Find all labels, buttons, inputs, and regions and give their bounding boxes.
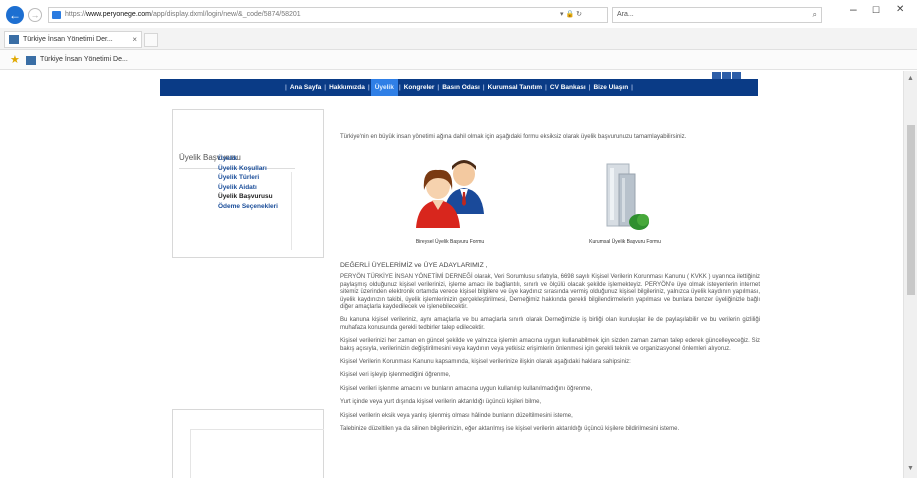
- corporate-form-caption: Kurumsal Üyelik Başvuru Formu: [589, 239, 661, 246]
- address-controls[interactable]: ▾ 🔒 ↻: [560, 7, 582, 23]
- forward-button[interactable]: →: [28, 8, 42, 22]
- favicon-icon: [26, 56, 36, 65]
- paragraph: PERYÖN TÜRKİYE İNSAN YÖNETİMİ DERNEĞİ ol…: [340, 274, 760, 311]
- paragraph: Bu kanuna kişisel verileriniz, aynı amaç…: [340, 317, 760, 331]
- paragraph: Kişisel verilerinizi her zaman en güncel…: [340, 338, 760, 352]
- tab-title: Türkiye İnsan Yönetimi Der...: [23, 36, 113, 43]
- favorites-bar: ★ Türkiye İnsan Yönetimi De...: [0, 50, 917, 70]
- section-heading: DEĞERLİ ÜYELERİMİZ ve ÜYE ADAYLARIMIZ ,: [340, 262, 488, 269]
- individual-form-caption: Bireysel Üyelik Başvuru Formu: [415, 239, 485, 246]
- close-button[interactable]: ✕: [896, 4, 904, 15]
- address-bar[interactable]: https://www.peryonege.com/app/display.dx…: [48, 7, 608, 23]
- building-icon: [606, 163, 649, 230]
- main-content: Türkiye'nin en büyük insan yönetimi ağın…: [340, 134, 760, 440]
- policy-text: PERYÖN TÜRKİYE İNSAN YÖNETİMİ DERNEĞİ ol…: [340, 274, 760, 433]
- intro-text: Türkiye'nin en büyük insan yönetimi ağın…: [340, 134, 687, 140]
- nav-item[interactable]: Üyelik: [370, 79, 398, 96]
- maximize-button[interactable]: ☐: [872, 5, 880, 16]
- nav-item[interactable]: Basın Odası: [440, 79, 482, 96]
- scroll-thumb[interactable]: [907, 125, 915, 295]
- nav-item[interactable]: CV Bankası: [548, 79, 588, 96]
- favicon-icon: [9, 35, 19, 44]
- browser-titlebar: ← → https://www.peryonege.com/app/displa…: [0, 0, 917, 28]
- paragraph: Kişisel verileri işlenme amacını ve bunl…: [340, 385, 593, 392]
- nav-separator: |: [631, 84, 633, 91]
- nav-item[interactable]: Hakkımızda: [327, 79, 367, 96]
- scroll-down-icon[interactable]: ▼: [907, 465, 914, 472]
- search-value: Ara...: [617, 11, 634, 18]
- favorite-title: Türkiye İnsan Yönetimi De...: [40, 56, 128, 63]
- sidebar-box-decoration: [190, 429, 324, 478]
- nav-item[interactable]: Bize Ulaşın: [591, 79, 630, 96]
- sidebar-item[interactable]: Üyelik Aidatı: [218, 183, 278, 193]
- individual-form-link[interactable]: Bireysel Üyelik Başvuru Formu: [395, 156, 505, 245]
- scroll-up-icon[interactable]: ▲: [907, 75, 914, 82]
- sidebar-item[interactable]: Üyelik Türleri: [218, 173, 278, 183]
- tab-bar: Türkiye İnsan Yönetimi Der... ×: [0, 28, 917, 50]
- url-scheme: https://: [65, 11, 87, 18]
- minimize-button[interactable]: –: [850, 2, 857, 16]
- sidebar-item[interactable]: Üyelik: [218, 154, 278, 164]
- paragraph: Talebinize düzeltilen ya da silinen bilg…: [340, 426, 680, 433]
- sidebar-item[interactable]: Üyelik Koşulları: [218, 164, 278, 174]
- vertical-scrollbar[interactable]: ▲ ▼: [903, 71, 917, 478]
- nav-item[interactable]: Ana Sayfa: [288, 79, 323, 96]
- url-host: www.peryonege.com: [86, 11, 151, 18]
- paragraph: Kişisel veri işleyip işlenmediğini öğren…: [340, 372, 451, 379]
- paragraph: Kişisel verilerin eksik veya yanlış işle…: [340, 412, 573, 419]
- nav-item[interactable]: Kurumsal Tanıtım: [486, 79, 544, 96]
- form-choices: Bireysel Üyelik Başvuru Formu Kurumsal Ü…: [340, 152, 760, 262]
- favorite-link[interactable]: Türkiye İnsan Yönetimi De...: [26, 53, 128, 67]
- page-viewport: | Ana Sayfa | Hakkımızda | Üyelik | Kongreler | B…: [0, 71, 917, 478]
- browser-tab[interactable]: Türkiye İnsan Yönetimi Der... ×: [4, 31, 142, 48]
- new-tab-button[interactable]: [144, 33, 158, 47]
- paragraph: Kişisel Verilerin Korunması Kanunu kapsa…: [340, 359, 631, 366]
- sidebar-item[interactable]: Ödeme Seçenekleri: [218, 202, 278, 212]
- sidebar-item[interactable]: Üyelik Başvurusu: [218, 192, 278, 202]
- sidebar-menu: Üyelik Üyelik Koşulları Üyelik Türleri Üyel…: [218, 154, 278, 211]
- corporate-form-link[interactable]: Kurumsal Üyelik Başvuru Formu: [570, 156, 680, 245]
- paragraph: Yurt içinde veya yurt dışında kişisel ve…: [340, 399, 542, 406]
- url-path: /app/display.dxml/login/new/&_code/5874/…: [151, 11, 301, 18]
- back-button[interactable]: ←: [6, 6, 24, 24]
- people-icon: [416, 160, 484, 228]
- main-navigation: | Ana Sayfa | Hakkımızda | Üyelik | Kongreler | B…: [160, 79, 758, 96]
- favorites-star-icon[interactable]: ★: [10, 53, 20, 66]
- sidebar-decoration: [291, 172, 321, 250]
- tab-close-icon[interactable]: ×: [132, 32, 137, 47]
- search-input[interactable]: Ara... ⌕: [612, 7, 822, 23]
- nav-item[interactable]: Kongreler: [402, 79, 437, 96]
- site-icon: [52, 11, 61, 19]
- search-icon[interactable]: ⌕: [813, 8, 817, 22]
